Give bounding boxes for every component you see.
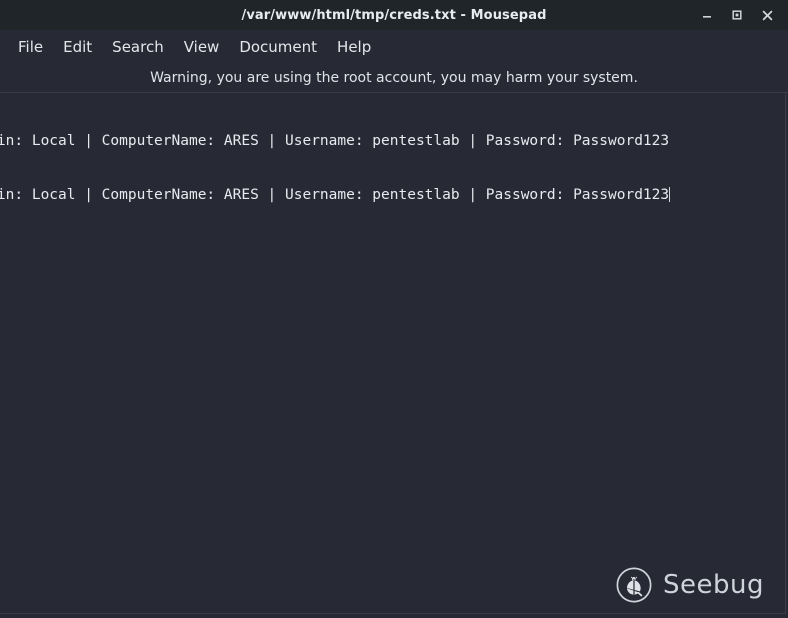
close-button[interactable] <box>754 3 780 27</box>
editor-area: Domain: Local | ComputerName: ARES | Use… <box>0 93 788 614</box>
editor-line-text: Domain: Local | ComputerName: ARES | Use… <box>0 133 669 149</box>
root-warning-bar: Warning, you are using the root account,… <box>0 64 788 93</box>
window-title: /var/www/html/tmp/creds.txt - Mousepad <box>241 8 546 23</box>
close-icon <box>761 9 774 22</box>
menu-item-file[interactable]: File <box>8 34 53 60</box>
maximize-icon <box>731 9 743 21</box>
menu-bar: File Edit Search View Document Help <box>0 30 788 64</box>
title-bar[interactable]: /var/www/html/tmp/creds.txt - Mousepad <box>0 0 788 30</box>
menu-item-search[interactable]: Search <box>102 34 174 60</box>
window-controls <box>694 0 780 30</box>
mousepad-window: /var/www/html/tmp/creds.txt - Mousepad <box>0 0 788 618</box>
menu-item-help[interactable]: Help <box>327 34 381 60</box>
editor-line: Domain: Local | ComputerName: ARES | Use… <box>0 132 670 150</box>
menu-item-edit[interactable]: Edit <box>53 34 102 60</box>
root-warning-text: Warning, you are using the root account,… <box>150 70 638 86</box>
editor-line-text: Domain: Local | ComputerName: ARES | Use… <box>0 187 669 203</box>
menu-item-view[interactable]: View <box>174 34 230 60</box>
text-caret <box>669 187 670 202</box>
text-editor[interactable]: Domain: Local | ComputerName: ARES | Use… <box>0 93 786 614</box>
maximize-button[interactable] <box>724 3 750 27</box>
minimize-icon <box>701 9 713 21</box>
menu-item-document[interactable]: Document <box>229 34 327 60</box>
editor-line: Domain: Local | ComputerName: ARES | Use… <box>0 186 670 204</box>
minimize-button[interactable] <box>694 3 720 27</box>
editor-content: Domain: Local | ComputerName: ARES | Use… <box>0 96 670 240</box>
